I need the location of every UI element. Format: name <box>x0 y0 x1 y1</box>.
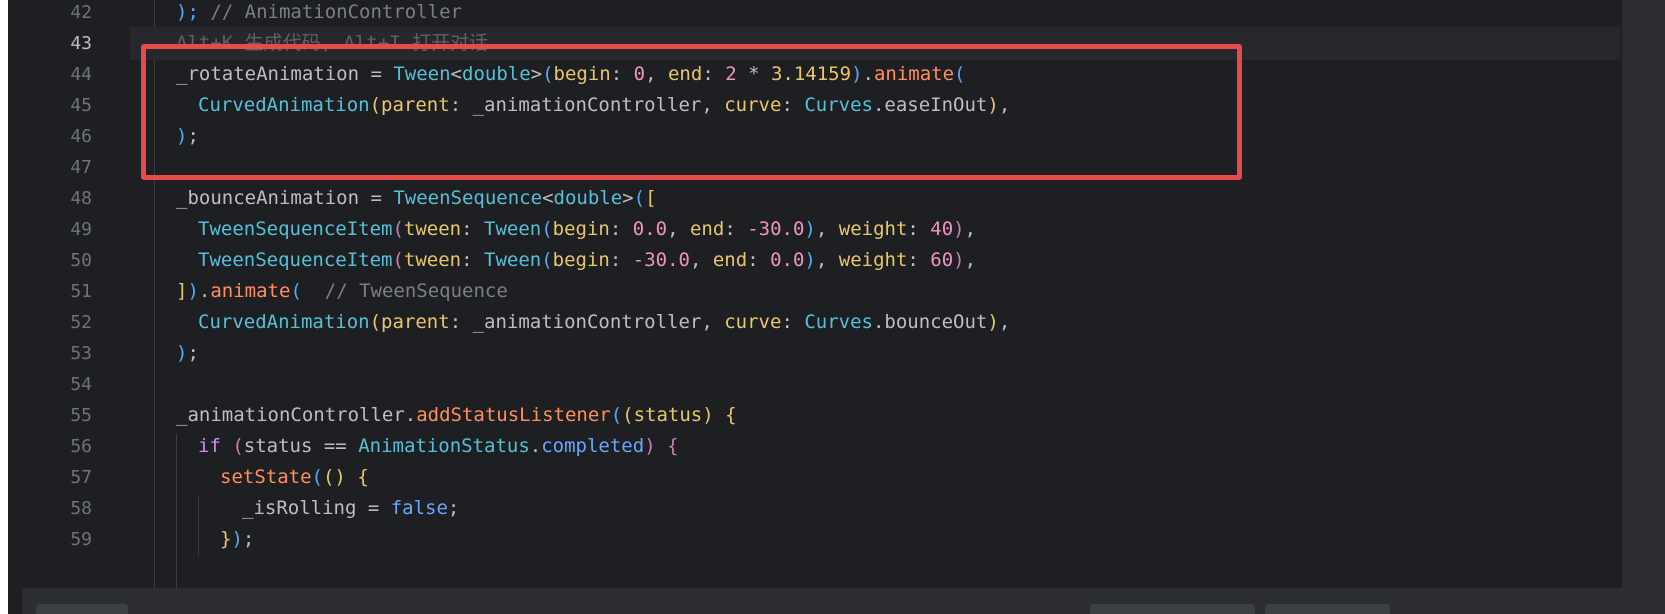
highlight-annotation-box <box>141 44 1242 180</box>
line-number: 59 <box>70 529 92 550</box>
line-number-gutter: 42 43 44 45 46 47 48 49 50 51 52 53 54 5… <box>22 0 130 588</box>
code-line-49: TweenSequenceItem(tween: Tween(begin: 0.… <box>198 218 977 240</box>
indent-guide <box>198 496 199 556</box>
code-line-55: _animationController.addStatusListener((… <box>176 404 737 426</box>
line-number: 44 <box>70 64 92 85</box>
left-window-edge <box>0 0 8 614</box>
line-number: 53 <box>70 343 92 364</box>
bottom-tab[interactable] <box>1265 604 1390 614</box>
line-number: 48 <box>70 188 92 209</box>
code-line-57: setState(() { <box>220 466 369 488</box>
line-number: 56 <box>70 436 92 457</box>
code-line-48: _bounceAnimation = TweenSequence<double>… <box>176 187 657 209</box>
code-line-50: TweenSequenceItem(tween: Tween(begin: -3… <box>198 249 977 271</box>
indent-guide <box>176 434 177 588</box>
bottom-tab[interactable] <box>36 604 128 614</box>
left-panel-edge <box>8 0 22 614</box>
line-number: 47 <box>70 157 92 178</box>
line-number: 52 <box>70 312 92 333</box>
line-number: 43 <box>70 33 92 54</box>
code-line-56: if (status == AnimationStatus.completed)… <box>198 435 679 457</box>
line-number: 50 <box>70 250 92 271</box>
line-number: 46 <box>70 126 92 147</box>
line-number: 45 <box>70 95 92 116</box>
right-tool-panel <box>1622 0 1665 614</box>
code-line-59: }); <box>220 528 255 550</box>
line-number: 57 <box>70 467 92 488</box>
code-line-52: CurvedAnimation(parent: _animationContro… <box>198 311 1011 333</box>
line-number: 55 <box>70 405 92 426</box>
code-line-53: ); <box>176 342 199 364</box>
line-number: 54 <box>70 374 92 395</box>
code-line-42: ); // AnimationController <box>176 1 462 23</box>
line-number: 49 <box>70 219 92 240</box>
bottom-tab[interactable] <box>1090 604 1255 614</box>
line-number: 58 <box>70 498 92 519</box>
code-line-51: ]).animate( // TweenSequence <box>176 280 508 302</box>
line-number: 42 <box>70 2 92 23</box>
code-line-58: _isRolling = false; <box>242 497 460 519</box>
line-number: 51 <box>70 281 92 302</box>
